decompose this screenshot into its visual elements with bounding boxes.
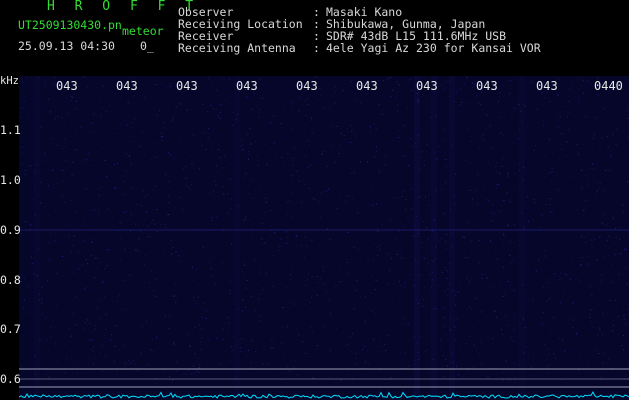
info-colon: : [313,41,320,55]
time-tick-label: 0440 [594,79,623,93]
date-time: 25.09.13 04:30 [18,39,115,53]
time-tick-label: 043 [176,79,198,93]
freq-tick-label: 0.8 [0,273,21,287]
file-name: UT2509130430.pn [18,18,122,32]
detection-tag: meteor [122,24,164,38]
unit-label: kHz [0,75,19,87]
detection-count: 0_ [140,39,154,53]
info-label-antenna: Receiving Antenna [178,41,296,55]
freq-tick-label: 1.1 [0,123,21,137]
freq-tick-label: 0.9 [0,223,21,237]
spectrogram-background [19,76,629,400]
time-tick-label: 043 [536,79,558,93]
freq-tick-label: 0.7 [0,322,21,336]
time-tick-label: 043 [236,79,258,93]
header-title: H R O F F T [47,0,200,14]
time-tick-label: 043 [296,79,318,93]
info-value-antenna: 4ele Yagi Az 230 for Kansai VOR [326,41,541,55]
freq-tick-label: 0.6 [0,372,21,386]
time-tick-label: 043 [116,79,138,93]
time-tick-label: 043 [356,79,378,93]
spectrogram [19,76,629,400]
time-tick-label: 043 [416,79,438,93]
time-tick-label: 043 [476,79,498,93]
time-tick-label: 043 [56,79,78,93]
freq-tick-label: 1.0 [0,173,21,187]
